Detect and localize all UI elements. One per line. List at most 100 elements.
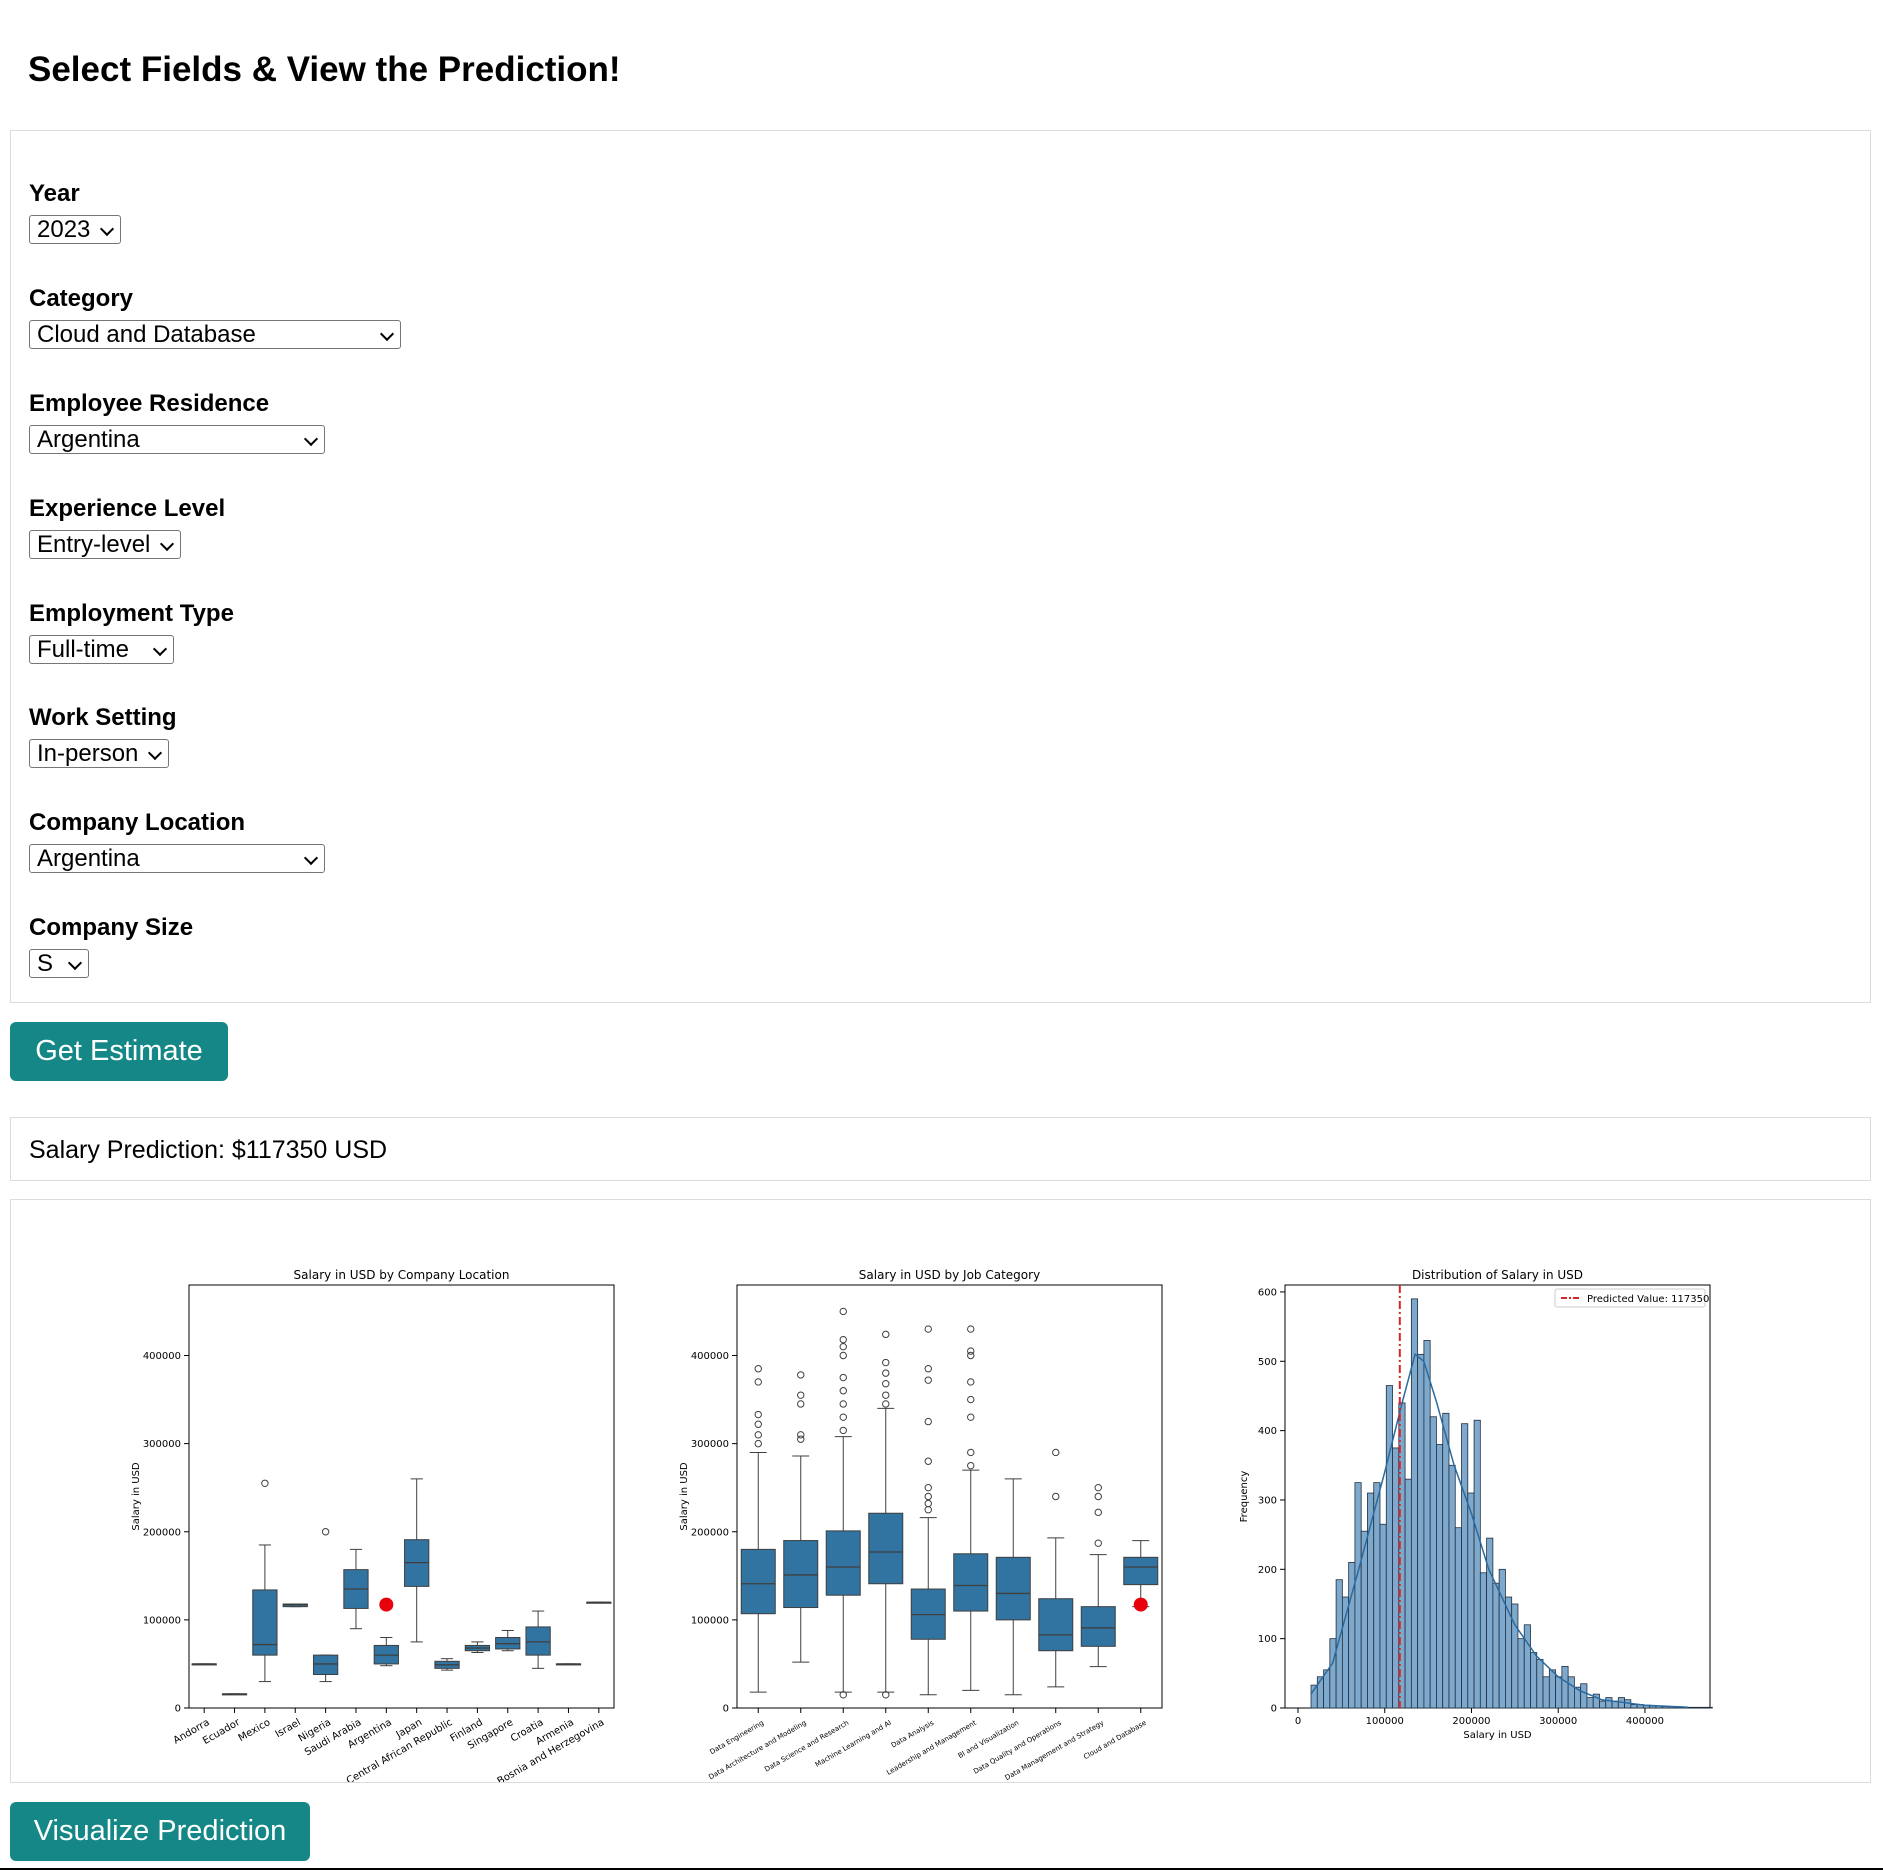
salary-distribution-bar	[1630, 1704, 1638, 1709]
salary-distribution-ylabel: Frequency	[1239, 1471, 1250, 1523]
company-location-box	[525, 1626, 551, 1656]
company-location-xtick-label: Mexico	[237, 1717, 273, 1744]
job-category-box	[995, 1556, 1031, 1621]
salary-distribution-ytick-label: 400	[1258, 1426, 1277, 1437]
salary-distribution-ytick-label: 600	[1258, 1287, 1277, 1298]
company-location-ytick-label: 400000	[143, 1351, 181, 1362]
salary-distribution-bar	[1536, 1659, 1544, 1709]
salary-distribution-ytick-label: 100	[1258, 1634, 1277, 1645]
salary-distribution-bar	[1599, 1700, 1607, 1709]
job-category-ytick-label: 100000	[691, 1615, 729, 1626]
salary-distribution-bar	[1542, 1676, 1550, 1709]
experience-level-label: Experience Level	[29, 495, 226, 522]
salary-distribution-bar	[1442, 1412, 1450, 1709]
experience-level-select[interactable]: Entry-level	[29, 530, 181, 559]
salary-distribution-bar	[1385, 1385, 1393, 1709]
employee-residence-select-value: Argentina	[37, 426, 140, 453]
job-category-box	[1038, 1598, 1074, 1652]
salary-distribution-xtick-label: 0	[1295, 1716, 1301, 1727]
work-setting-select[interactable]: In-person	[29, 739, 169, 768]
salary-distribution-bar	[1329, 1638, 1337, 1709]
category-select[interactable]: Cloud and Database	[29, 320, 401, 349]
experience-level-field: Experience Level Entry-level	[29, 495, 225, 559]
charts-svg: Salary in USD by Company Location Salary …	[131, 1268, 1713, 1782]
salary-distribution-bar	[1492, 1582, 1500, 1709]
charts-panel: Salary in USD by Company Location Salary …	[10, 1199, 1871, 1783]
salary-distribution-bar	[1379, 1523, 1387, 1709]
company-size-field: Company Size S	[29, 914, 193, 978]
job-category-xtick-label: Machine Learning and AI	[814, 1719, 893, 1769]
salary-distribution-bar	[1423, 1340, 1431, 1709]
job-category-box	[783, 1540, 819, 1609]
company-location-ytick-label: 300000	[143, 1439, 181, 1450]
chevron-down-icon	[147, 745, 163, 761]
company-location-select-value: Argentina	[37, 845, 140, 872]
company-location-label: Company Location	[29, 809, 246, 836]
chevron-down-icon	[99, 221, 115, 237]
salary-distribution-bar	[1479, 1572, 1488, 1709]
salary-distribution-bar	[1341, 1596, 1350, 1709]
company-size-select[interactable]: S	[29, 949, 89, 978]
salary-distribution-bar	[1555, 1676, 1563, 1709]
employee-residence-select[interactable]: Argentina	[29, 425, 325, 454]
salary-distribution-bar	[1354, 1482, 1362, 1709]
work-setting-label: Work Setting	[29, 704, 177, 731]
employment-type-select[interactable]: Full-time	[29, 635, 174, 664]
year-select[interactable]: 2023	[29, 215, 121, 244]
job-category-ytick-label: 400000	[691, 1351, 729, 1362]
company-location-prediction-point	[379, 1597, 394, 1612]
salary-distribution-bar	[1454, 1527, 1462, 1709]
salary-distribution-bar	[1705, 1706, 1713, 1709]
year-field: Year 2023	[29, 180, 121, 244]
salary-distribution-xtick-label: 200000	[1452, 1716, 1490, 1727]
company-size-label: Company Size	[29, 914, 194, 941]
job-category-box	[1123, 1556, 1159, 1586]
employee-residence-field: Employee Residence Argentina	[29, 390, 325, 454]
year-label: Year	[29, 180, 80, 207]
chevron-down-icon	[379, 326, 395, 342]
page-title: Select Fields & View the Prediction!	[28, 50, 621, 89]
salary-distribution-bar	[1505, 1596, 1513, 1709]
salary-distribution-bar	[1548, 1669, 1556, 1709]
salary-distribution-bar	[1417, 1353, 1425, 1709]
salary-prediction-text: Salary Prediction: $117350 USD	[29, 1136, 388, 1164]
salary-distribution-bar	[1473, 1419, 1481, 1709]
job-category-ytick-label: 300000	[691, 1439, 729, 1450]
job-category-box	[868, 1512, 904, 1585]
category-label: Category	[29, 285, 134, 312]
job-category-box	[1080, 1606, 1116, 1647]
salary-distribution-bar	[1517, 1638, 1525, 1709]
chevron-down-icon	[159, 536, 175, 552]
work-setting-field: Work Setting In-person	[29, 704, 177, 768]
salary-distribution-bar	[1567, 1676, 1575, 1709]
job-category-ytick-label: 0	[723, 1704, 729, 1715]
salary-distribution-ytick-label: 500	[1258, 1357, 1277, 1368]
company-size-select-value: S	[37, 950, 54, 977]
visualize-prediction-button[interactable]: Visualize Prediction	[10, 1802, 310, 1861]
job-category-title: Salary in USD by Job Category	[859, 1268, 1040, 1282]
salary-distribution-legend-text: Predicted Value: 117350	[1587, 1294, 1709, 1305]
salary-distribution-bar	[1693, 1706, 1701, 1709]
employment-type-select-value: Full-time	[37, 636, 130, 663]
salary-distribution-ytick-label: 200	[1258, 1565, 1277, 1576]
salary-distribution-bar	[1605, 1697, 1613, 1709]
salary-distribution-bar	[1335, 1579, 1343, 1709]
employment-type-label: Employment Type	[29, 600, 234, 627]
salary-distribution-bar	[1523, 1624, 1531, 1709]
salary-distribution-bar	[1392, 1447, 1400, 1709]
job-category-ytick-label: 200000	[691, 1527, 729, 1538]
salary-distribution-bar	[1586, 1697, 1594, 1709]
employment-type-field: Employment Type Full-time	[29, 600, 234, 664]
salary-distribution-bar	[1498, 1568, 1506, 1709]
chevron-down-icon	[303, 850, 319, 866]
year-select-value: 2023	[37, 216, 91, 243]
salary-distribution-bar	[1461, 1423, 1469, 1709]
get-estimate-button[interactable]: Get Estimate	[10, 1022, 228, 1081]
company-location-ylabel: Salary in USD	[131, 1462, 142, 1531]
salary-distribution-title: Distribution of Salary in USD	[1412, 1268, 1583, 1282]
salary-distribution-xlabel: Salary in USD	[1463, 1730, 1532, 1741]
company-location-select[interactable]: Argentina	[29, 844, 325, 873]
job-category-xtick-label: Data Science and Research	[763, 1719, 850, 1774]
experience-level-select-value: Entry-level	[37, 531, 151, 558]
employee-residence-label: Employee Residence	[29, 390, 270, 417]
